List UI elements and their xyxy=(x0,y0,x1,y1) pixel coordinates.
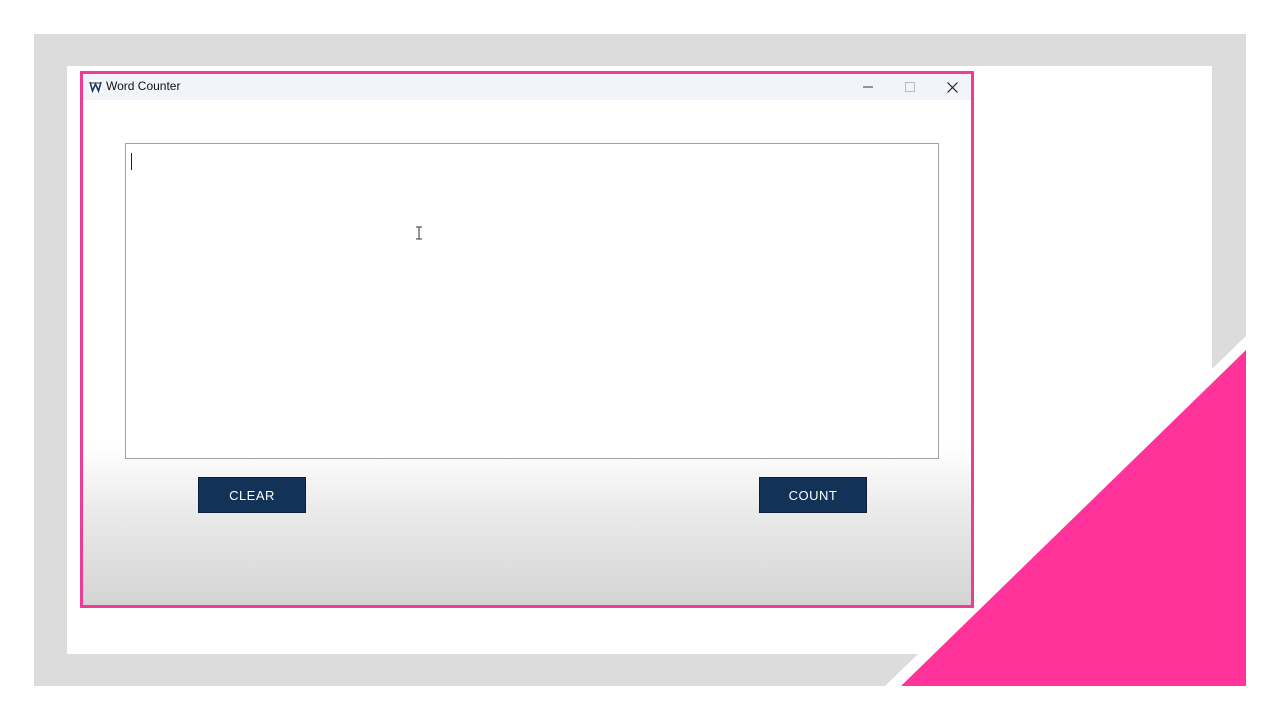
word-counter-window: Word Counter CLEAR COUNT xyxy=(80,71,974,608)
minimize-button[interactable] xyxy=(847,74,889,100)
text-input-area[interactable] xyxy=(125,143,939,459)
text-caret xyxy=(131,153,132,170)
close-icon xyxy=(946,81,958,93)
title-bar[interactable]: Word Counter xyxy=(83,74,971,100)
w-app-icon xyxy=(89,80,102,93)
count-button[interactable]: COUNT xyxy=(759,477,867,513)
clear-button[interactable]: CLEAR xyxy=(198,477,306,513)
i-beam-cursor-icon xyxy=(416,226,422,240)
window-title: Word Counter xyxy=(106,79,181,93)
minimize-icon xyxy=(863,86,873,88)
close-button[interactable] xyxy=(931,74,973,100)
maximize-button[interactable] xyxy=(889,74,931,100)
maximize-icon xyxy=(905,82,915,92)
